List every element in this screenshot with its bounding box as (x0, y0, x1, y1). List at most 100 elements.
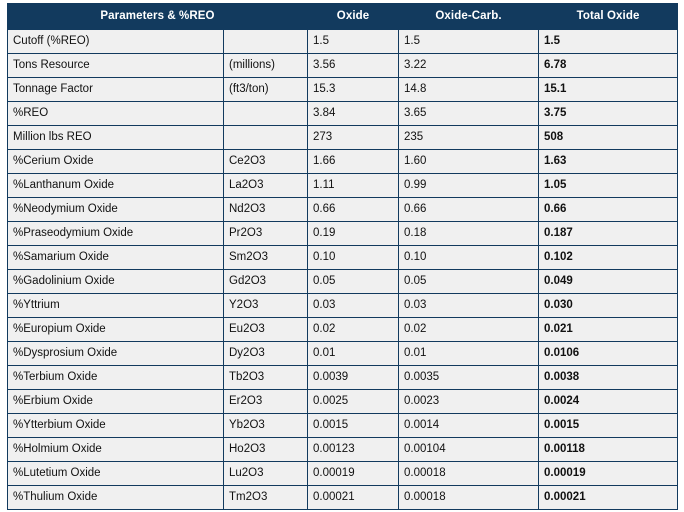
cell-oxide-value: 15.3 (307, 77, 400, 102)
table-row: %REO 3.84 3.65 3.75 (7, 101, 679, 126)
cell-total-oxide-value: 1.05 (538, 173, 679, 198)
cell-parameter-name: %Ytterbium Oxide (7, 413, 224, 438)
column-header-oxide-carb: Oxide-Carb. (398, 3, 540, 30)
cell-total-oxide-value: 0.187 (538, 221, 679, 246)
cell-oxide-carb-value: 0.0023 (398, 389, 540, 414)
table-row: %Erbium Oxide Er2O3 0.0025 0.0023 0.0024 (7, 389, 679, 414)
cell-oxide-value: 0.00123 (307, 437, 400, 462)
cell-parameter-name: %Samarium Oxide (7, 245, 224, 270)
cell-oxide-value: 0.00021 (307, 485, 400, 510)
cell-chemical-symbol: (millions) (222, 53, 309, 78)
table-row: %Neodymium Oxide Nd2O3 0.66 0.66 0.66 (7, 197, 679, 222)
cell-chemical-symbol (222, 101, 309, 126)
cell-chemical-symbol: Ho2O3 (222, 437, 309, 462)
cell-oxide-carb-value: 0.03 (398, 293, 540, 318)
cell-oxide-carb-value: 0.99 (398, 173, 540, 198)
table-row: %Dysprosium Oxide Dy2O3 0.01 0.01 0.0106 (7, 341, 679, 366)
cell-parameter-name: %Neodymium Oxide (7, 197, 224, 222)
cell-oxide-value: 0.05 (307, 269, 400, 294)
table-row: %Lutetium Oxide Lu2O3 0.00019 0.00018 0.0001… (7, 461, 679, 486)
cell-total-oxide-value: 1.5 (538, 29, 679, 54)
cell-oxide-carb-value: 0.0014 (398, 413, 540, 438)
header-row: Parameters & %REO Oxide Oxide-Carb. Tota… (6, 3, 679, 30)
cell-oxide-carb-value: 235 (398, 125, 540, 150)
cell-oxide-carb-value: 3.65 (398, 101, 540, 126)
cell-oxide-value: 0.10 (307, 245, 400, 270)
cell-total-oxide-value: 0.0106 (538, 341, 679, 366)
table-row: %Lanthanum Oxide La2O3 1.11 0.99 1.05 (7, 173, 679, 198)
reo-resource-table-container: Parameters & %REO Oxide Oxide-Carb. Tota… (6, 3, 679, 510)
cell-chemical-symbol (222, 125, 309, 150)
cell-oxide-value: 273 (307, 125, 400, 150)
cell-parameter-name: %Praseodymium Oxide (7, 221, 224, 246)
table-row: %Holmium Oxide Ho2O3 0.00123 0.00104 0.00118 (7, 437, 679, 462)
table-body: Cutoff (%REO) 1.5 1.5 1.5 Tons Resource (mill… (7, 29, 679, 510)
cell-oxide-carb-value: 0.66 (398, 197, 540, 222)
cell-parameter-name: %Lutetium Oxide (7, 461, 224, 486)
cell-total-oxide-value: 0.00118 (538, 437, 679, 462)
cell-total-oxide-value: 0.00021 (538, 485, 679, 510)
cell-parameter-name: Tonnage Factor (7, 77, 224, 102)
cell-total-oxide-value: 0.102 (538, 245, 679, 270)
cell-chemical-symbol: Tm2O3 (222, 485, 309, 510)
cell-chemical-symbol: Ce2O3 (222, 149, 309, 174)
cell-total-oxide-value: 3.75 (538, 101, 679, 126)
cell-oxide-value: 0.0025 (307, 389, 400, 414)
cell-oxide-carb-value: 1.60 (398, 149, 540, 174)
cell-total-oxide-value: 0.00019 (538, 461, 679, 486)
cell-chemical-symbol: Tb2O3 (222, 365, 309, 390)
cell-parameter-name: %Terbium Oxide (7, 365, 224, 390)
cell-chemical-symbol: Gd2O3 (222, 269, 309, 294)
cell-total-oxide-value: 6.78 (538, 53, 679, 78)
cell-chemical-symbol: Dy2O3 (222, 341, 309, 366)
cell-chemical-symbol: Lu2O3 (222, 461, 309, 486)
table-row: %Yttrium Y2O3 0.03 0.03 0.030 (7, 293, 679, 318)
cell-total-oxide-value: 508 (538, 125, 679, 150)
cell-oxide-value: 0.01 (307, 341, 400, 366)
cell-oxide-value: 0.66 (307, 197, 400, 222)
cell-parameter-name: %REO (7, 101, 224, 126)
cell-parameter-name: %Lanthanum Oxide (7, 173, 224, 198)
cell-total-oxide-value: 1.63 (538, 149, 679, 174)
cell-parameter-name: %Erbium Oxide (7, 389, 224, 414)
cell-total-oxide-value: 0.049 (538, 269, 679, 294)
table-row: %Gadolinium Oxide Gd2O3 0.05 0.05 0.049 (7, 269, 679, 294)
table-row: Million lbs REO 273 235 508 (7, 125, 679, 150)
cell-total-oxide-value: 0.66 (538, 197, 679, 222)
cell-oxide-value: 0.19 (307, 221, 400, 246)
cell-oxide-carb-value: 0.00018 (398, 485, 540, 510)
cell-parameter-name: %Thulium Oxide (7, 485, 224, 510)
cell-oxide-carb-value: 0.02 (398, 317, 540, 342)
cell-oxide-carb-value: 0.00104 (398, 437, 540, 462)
cell-oxide-carb-value: 1.5 (398, 29, 540, 54)
cell-parameter-name: Tons Resource (7, 53, 224, 78)
cell-parameter-name: %Dysprosium Oxide (7, 341, 224, 366)
table-row: Tonnage Factor (ft3/ton) 15.3 14.8 15.1 (7, 77, 679, 102)
table-row: %Thulium Oxide Tm2O3 0.00021 0.00018 0.00021 (7, 485, 679, 510)
table-header: Parameters & %REO Oxide Oxide-Carb. Tota… (6, 3, 679, 30)
cell-oxide-value: 3.56 (307, 53, 400, 78)
cell-oxide-carb-value: 3.22 (398, 53, 540, 78)
cell-oxide-value: 0.03 (307, 293, 400, 318)
column-header-oxide: Oxide (307, 3, 400, 30)
cell-chemical-symbol: Pr2O3 (222, 221, 309, 246)
cell-parameter-name: %Gadolinium Oxide (7, 269, 224, 294)
cell-oxide-value: 3.84 (307, 101, 400, 126)
cell-oxide-value: 0.0039 (307, 365, 400, 390)
cell-total-oxide-value: 0.0024 (538, 389, 679, 414)
cell-chemical-symbol: Er2O3 (222, 389, 309, 414)
table-row: Tons Resource (millions) 3.56 3.22 6.78 (7, 53, 679, 78)
cell-oxide-value: 0.0015 (307, 413, 400, 438)
cell-parameter-name: %Europium Oxide (7, 317, 224, 342)
cell-oxide-value: 0.02 (307, 317, 400, 342)
cell-total-oxide-value: 0.0015 (538, 413, 679, 438)
cell-oxide-value: 1.66 (307, 149, 400, 174)
table-row: %Ytterbium Oxide Yb2O3 0.0015 0.0014 0.0015 (7, 413, 679, 438)
cell-parameter-name: Cutoff (%REO) (7, 29, 224, 54)
cell-chemical-symbol: Sm2O3 (222, 245, 309, 270)
cell-total-oxide-value: 15.1 (538, 77, 679, 102)
cell-total-oxide-value: 0.0038 (538, 365, 679, 390)
cell-oxide-carb-value: 0.05 (398, 269, 540, 294)
cell-parameter-name: Million lbs REO (7, 125, 224, 150)
cell-oxide-carb-value: 0.00018 (398, 461, 540, 486)
